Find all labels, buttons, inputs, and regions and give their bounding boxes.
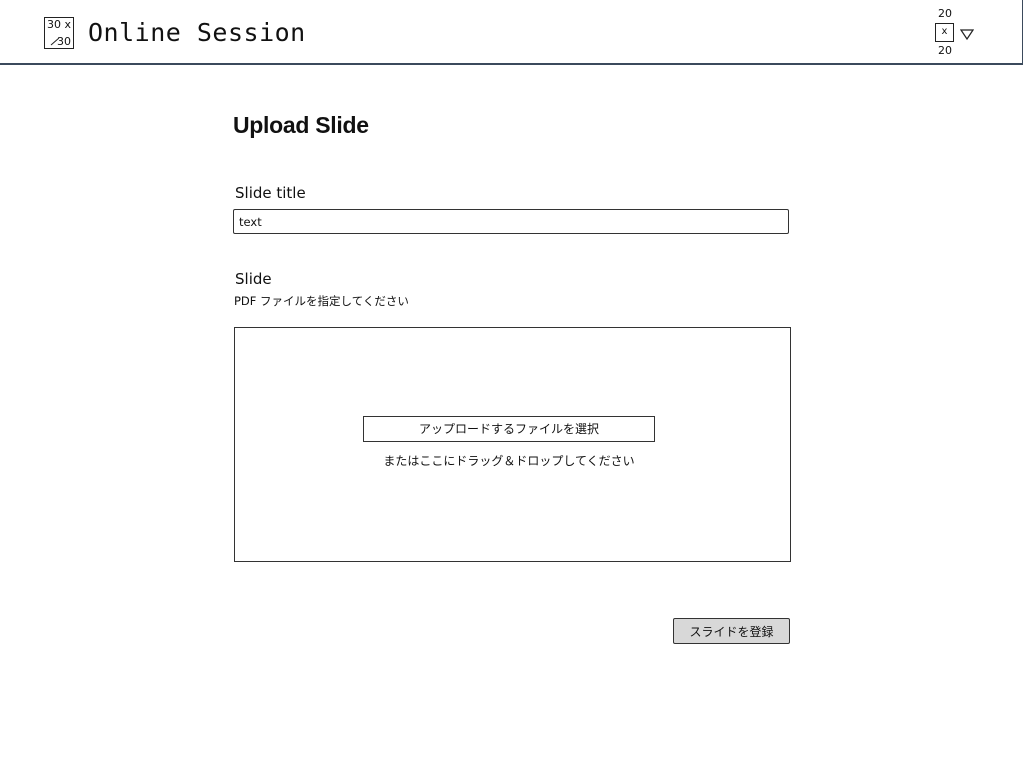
avatar-image-placeholder: x	[935, 23, 954, 42]
slide-title-input[interactable]	[233, 209, 789, 234]
page-title: Upload Slide	[233, 112, 369, 138]
logo-size-label-bottom: 30	[57, 35, 71, 48]
app-header: 30 x 30 Online Session 20 x 20	[0, 0, 1023, 65]
triangle-down-icon[interactable]	[959, 26, 975, 45]
avatar-placeholder-glyph: x	[941, 26, 948, 37]
file-drop-zone[interactable]: アップロードするファイルを選択 またはここにドラッグ＆ドロップしてください	[234, 327, 791, 562]
logo-size-label-top: 30 x	[47, 18, 72, 31]
slide-title-label: Slide title	[235, 184, 306, 202]
avatar-width-label: 20	[938, 7, 952, 20]
avatar-height-label: 20	[938, 44, 952, 57]
slide-hint-text: PDF ファイルを指定してください	[234, 294, 409, 308]
drop-instruction-text: またはここにドラッグ＆ドロップしてください	[383, 454, 635, 468]
select-file-button[interactable]: アップロードするファイルを選択	[363, 416, 655, 442]
register-slide-button[interactable]: スライドを登録	[673, 618, 790, 644]
logo-image-placeholder: 30 x 30	[44, 17, 74, 49]
app-title: Online Session	[88, 18, 306, 47]
user-avatar[interactable]: 20 x 20	[930, 8, 960, 60]
slide-label: Slide	[235, 270, 272, 288]
